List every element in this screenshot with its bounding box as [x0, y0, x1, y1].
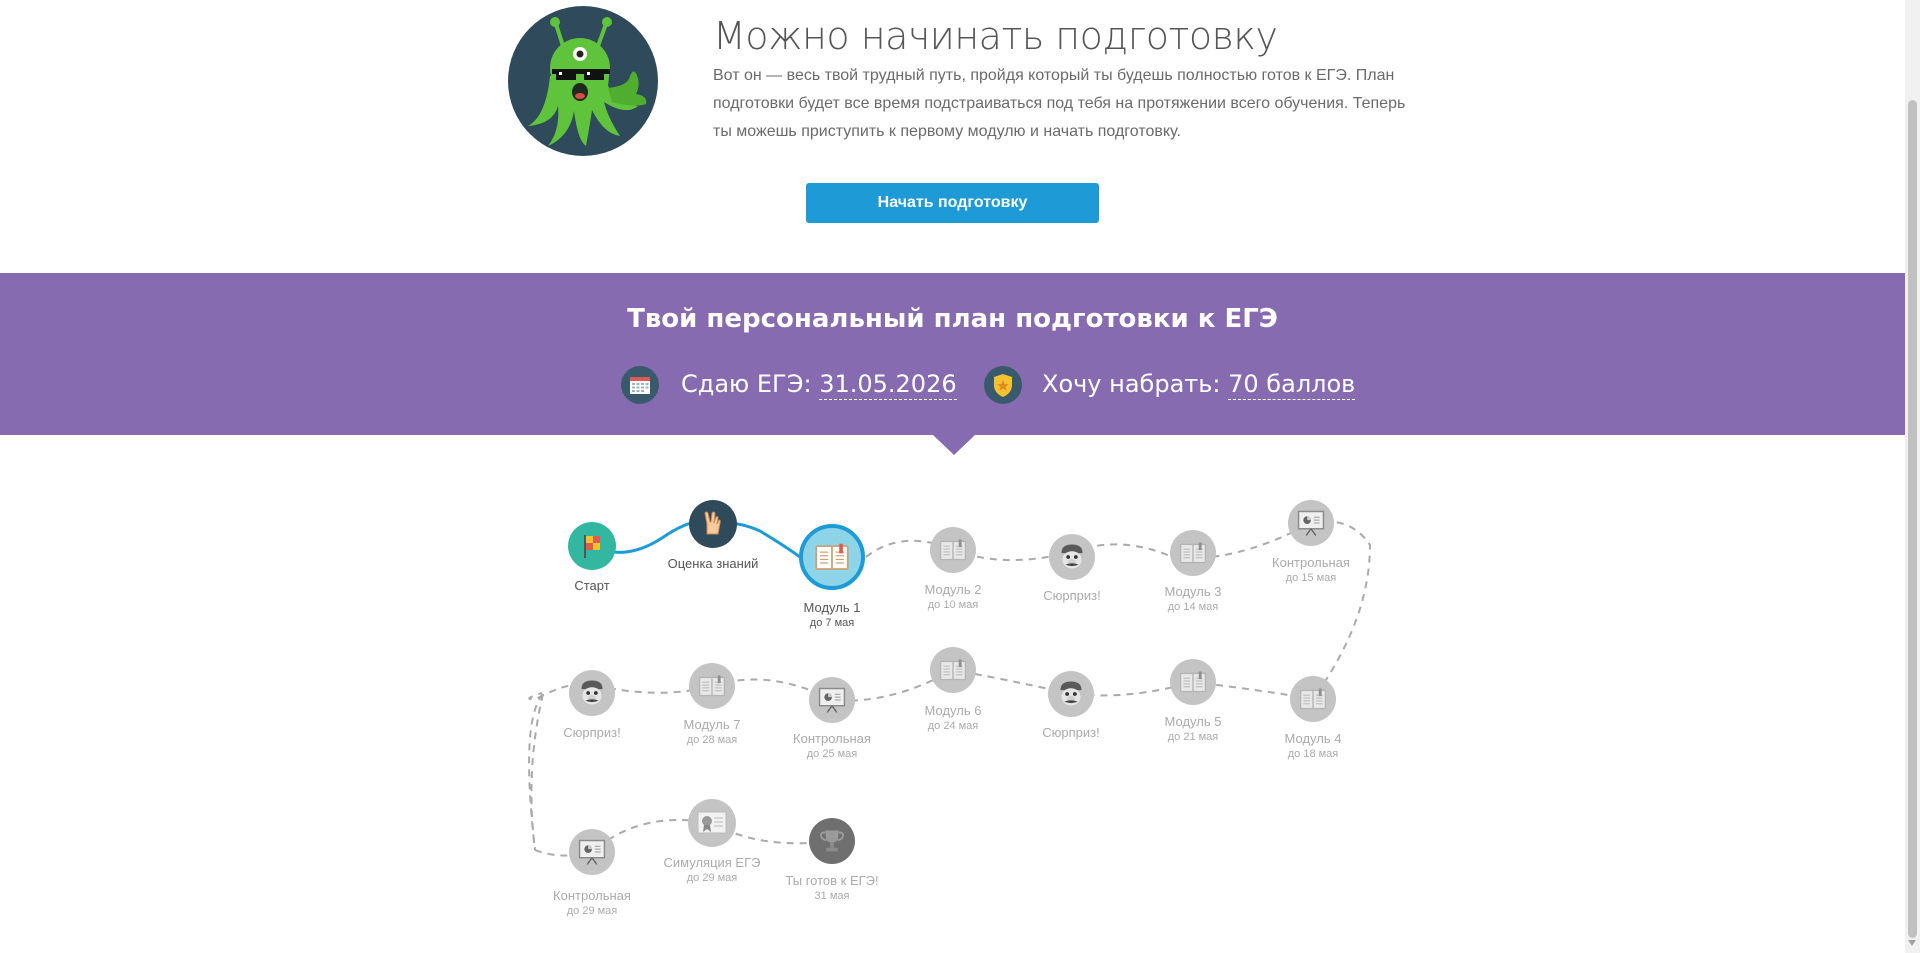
roadmap: Старт Оценка знаний Модуль 1 до 7 мая Модуль… [0, 0, 1905, 953]
book-icon [1170, 530, 1216, 576]
roadmap-node-date: до 14 мая [1167, 601, 1219, 613]
roadmap-node-label: Контрольная до 29 мая [512, 888, 672, 918]
roadmap-node-13[interactable] [689, 663, 735, 709]
roadmap-node-name: Контрольная [1272, 555, 1350, 570]
presentation-board-icon [809, 677, 855, 723]
roadmap-node-name: Модуль 3 [1164, 584, 1222, 599]
roadmap-node-name: Сюрприз! [563, 725, 621, 740]
roadmap-node-8[interactable] [1290, 676, 1336, 722]
roadmap-node-15[interactable] [569, 829, 615, 875]
scrollbar-thumb[interactable] [1908, 100, 1917, 938]
certificate-icon [688, 799, 736, 847]
page: Можно начинать подготовку Вот он — весь … [0, 0, 1920, 953]
roadmap-node-9[interactable] [1170, 659, 1216, 705]
roadmap-node-name: Оценка знаний [667, 556, 759, 571]
roadmap-node-label: Модуль 3 до 14 мая [1113, 584, 1273, 614]
roadmap-node-label: Контрольная до 15 мая [1231, 555, 1391, 585]
presentation-board-icon [569, 829, 615, 875]
book-icon [1290, 676, 1336, 722]
flag-icon [568, 522, 616, 570]
roadmap-node-name: Модуль 6 [924, 703, 982, 718]
book-icon [689, 663, 735, 709]
roadmap-node-label: Модуль 6 до 24 мая [873, 703, 1033, 733]
roadmap-node-4[interactable] [930, 527, 976, 573]
mario-face-icon [1049, 534, 1095, 580]
roadmap-node-label: Оценка знаний [633, 556, 793, 572]
roadmap-node-16[interactable] [688, 799, 736, 847]
roadmap-node-name: Контрольная [553, 888, 631, 903]
roadmap-node-3[interactable] [799, 524, 865, 590]
book-icon [1170, 659, 1216, 705]
roadmap-node-11[interactable] [930, 647, 976, 693]
roadmap-node-name: Старт [574, 578, 610, 593]
trophy-icon [809, 818, 855, 864]
roadmap-node-name: Симуляция ЕГЭ [663, 855, 761, 870]
roadmap-node-name: Ты готов к ЕГЭ! [785, 873, 879, 888]
roadmap-node-17[interactable] [809, 818, 855, 864]
book-icon [930, 647, 976, 693]
roadmap-node-date: 31 мая [814, 890, 850, 902]
roadmap-node-label: Старт [512, 578, 672, 594]
roadmap-node-12[interactable] [809, 677, 855, 723]
rock-hand-icon [689, 500, 737, 548]
roadmap-node-7[interactable] [1288, 500, 1334, 546]
roadmap-node-date: до 18 мая [1287, 748, 1339, 760]
book-icon [930, 527, 976, 573]
roadmap-node-date: до 7 мая [809, 617, 855, 629]
mario-face-icon [569, 670, 615, 716]
roadmap-node-6[interactable] [1170, 530, 1216, 576]
roadmap-node-date: до 29 мая [566, 905, 618, 917]
presentation-board-icon [1288, 500, 1334, 546]
roadmap-node-label: Ты готов к ЕГЭ! 31 мая [752, 873, 912, 903]
roadmap-node-1[interactable] [568, 522, 616, 570]
roadmap-paths [528, 520, 1372, 857]
roadmap-node-2[interactable] [689, 500, 737, 548]
roadmap-node-14[interactable] [569, 670, 615, 716]
scroll-down-arrow-icon[interactable] [1908, 940, 1916, 946]
mario-face-icon [1048, 671, 1094, 717]
roadmap-node-date: до 15 мая [1285, 572, 1337, 584]
roadmap-node-5[interactable] [1049, 534, 1095, 580]
roadmap-node-10[interactable] [1048, 671, 1094, 717]
roadmap-node-label: Сюрприз! [512, 725, 672, 741]
book-icon [803, 528, 861, 586]
roadmap-node-date: до 25 мая [806, 748, 858, 760]
